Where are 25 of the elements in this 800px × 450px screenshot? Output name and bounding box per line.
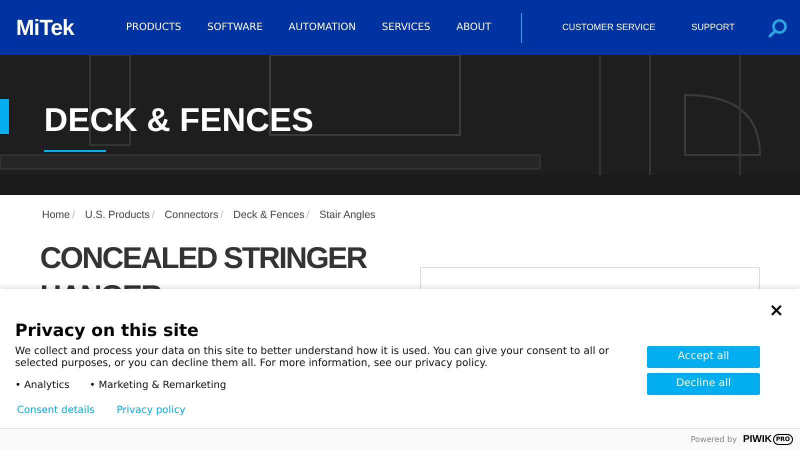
breadcrumb-link[interactable]: Connectors [164, 208, 218, 224]
breadcrumb-link[interactable]: Home [42, 208, 70, 224]
breadcrumb-separator: / [306, 208, 310, 223]
breadcrumb-separator: / [152, 208, 155, 223]
breadcrumb-link[interactable]: U.S. Products [84, 208, 150, 224]
purpose-item: • Marketing & Remarketing [90, 379, 226, 393]
brand-logo: PIWIK [742, 433, 772, 447]
close-button[interactable]: × [768, 297, 784, 324]
breadcrumb-separator: / [220, 208, 224, 223]
nav-link[interactable]: AUTOMATION [288, 20, 356, 35]
nav-link[interactable]: SUPPORT [691, 20, 735, 34]
purpose-item: • Analytics [15, 379, 70, 393]
nav-link[interactable]: SOFTWARE [207, 20, 263, 35]
banner-title: Privacy on this site [15, 320, 200, 342]
powered-by-label: Powered by [690, 434, 737, 446]
nav-link[interactable]: CUSTOMER SERVICE [562, 20, 656, 34]
nav-link[interactable]: PRODUCTS [126, 20, 182, 35]
page-title: DECK & FENCES [44, 100, 314, 140]
logo[interactable]: MiTek [16, 11, 74, 44]
breadcrumb-separator: / [72, 208, 75, 223]
nav-link[interactable]: SERVICES [382, 20, 430, 35]
breadcrumb-link[interactable]: Stair Angles [319, 208, 376, 224]
nav-link[interactable]: ABOUT [456, 20, 492, 35]
banner-text: We collect and process your data on this site to better understand how it is used. You can give your consent to all or selected purposes, or you can decline them all. For more information, see our privacy policy. [15, 346, 610, 370]
breadcrumb-link[interactable]: Deck & Fences [233, 208, 304, 224]
